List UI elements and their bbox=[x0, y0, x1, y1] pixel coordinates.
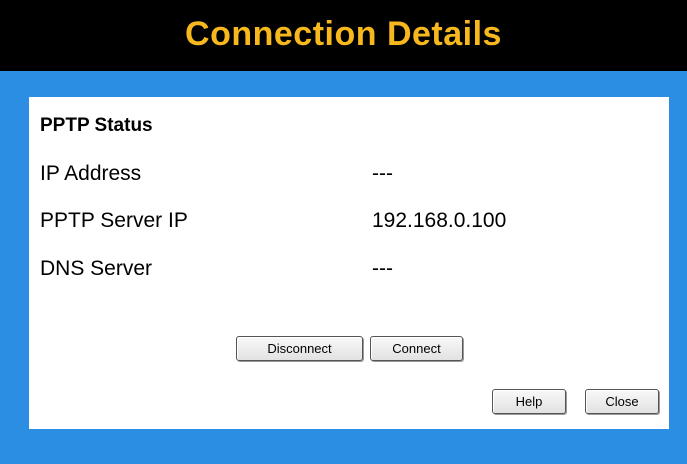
status-panel: PPTP Status IP Address --- PPTP Server I… bbox=[29, 97, 669, 429]
help-button[interactable]: Help bbox=[492, 389, 566, 414]
dns-server-value: --- bbox=[372, 257, 393, 280]
pptp-server-ip-label: PPTP Server IP bbox=[40, 209, 188, 232]
close-button[interactable]: Close bbox=[585, 389, 659, 414]
page-title: Connection Details bbox=[185, 15, 502, 53]
disconnect-button[interactable]: Disconnect bbox=[236, 336, 363, 361]
section-title: PPTP Status bbox=[40, 115, 153, 136]
ip-address-label: IP Address bbox=[40, 162, 142, 185]
connect-button[interactable]: Connect bbox=[370, 336, 463, 361]
dns-server-label: DNS Server bbox=[40, 257, 153, 280]
pptp-server-ip-value: 192.168.0.100 bbox=[372, 209, 507, 232]
header-bar: Connection Details bbox=[0, 0, 687, 71]
ip-address-value: --- bbox=[372, 162, 393, 185]
connection-details-window: Connection Details PPTP Status IP Addres… bbox=[0, 0, 687, 464]
